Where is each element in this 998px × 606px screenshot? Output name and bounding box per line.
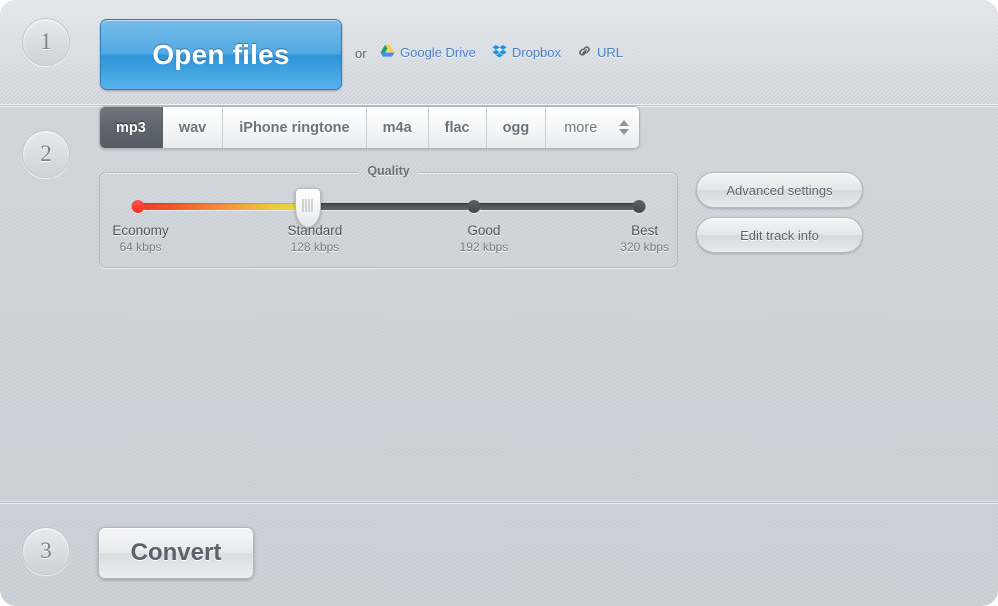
slider-notch-best[interactable] <box>632 200 646 213</box>
google-drive-link[interactable]: Google Drive <box>380 44 476 61</box>
tab-ogg-label: ogg <box>502 119 530 136</box>
tab-ogg[interactable]: ogg <box>486 107 547 148</box>
open-files-button[interactable]: Open files <box>100 19 342 90</box>
quality-stop-standard[interactable]: Standard 128 kbps <box>288 223 343 254</box>
cloud-source-links: Google Drive Dropbox URL <box>380 44 623 61</box>
convert-button[interactable]: Convert <box>98 527 254 579</box>
step-1-section: 1 Open files or Google Drive Dropbox URL <box>0 0 998 106</box>
slider-notch-good[interactable] <box>467 200 481 213</box>
step-number-1: 1 <box>22 18 70 66</box>
dropbox-label: Dropbox <box>511 45 562 60</box>
slider-track-fill <box>138 203 309 210</box>
tab-wav-label: wav <box>178 119 207 136</box>
quality-stop-good-rate: 192 kbps <box>459 240 509 254</box>
slider-handle[interactable] <box>295 188 322 228</box>
slider-handle-grip-icon <box>302 199 314 212</box>
stepper-down-arrow <box>619 129 630 135</box>
settings-buttons-group: Advanced settings Edit track info <box>696 172 863 253</box>
advanced-settings-label: Advanced settings <box>726 182 833 198</box>
quality-stop-best-rate: 320 kbps <box>620 240 669 254</box>
quality-stop-standard-name: Standard <box>287 223 343 238</box>
tab-more-dropdown[interactable]: more <box>546 107 640 148</box>
slider-notch-economy[interactable] <box>131 200 145 213</box>
convert-label: Convert <box>130 539 222 566</box>
tab-mp3[interactable]: mp3 <box>100 107 163 148</box>
quality-stop-good-name: Good <box>467 223 501 238</box>
tab-flac[interactable]: flac <box>428 107 487 148</box>
tab-more-label: more <box>564 119 598 136</box>
quality-panel: Quality Economy 64 kbps Standard 128 kbp… <box>99 164 678 268</box>
edit-track-info-label: Edit track info <box>740 227 819 243</box>
quality-stop-good[interactable]: Good 192 kbps <box>460 223 509 254</box>
tab-iphone-ringtone[interactable]: iPhone ringtone <box>223 107 367 148</box>
step-3-section: 3 Convert <box>0 503 998 605</box>
edit-track-info-button[interactable]: Edit track info <box>696 217 863 253</box>
quality-stop-economy-rate: 64 kbps <box>119 240 162 254</box>
tab-iphone-ringtone-label: iPhone ringtone <box>239 119 350 136</box>
tab-m4a[interactable]: m4a <box>366 107 429 148</box>
format-tab-bar: mp3 wav iPhone ringtone m4a flac ogg mor… <box>99 106 641 149</box>
quality-legend-label: Quality <box>358 164 419 178</box>
tab-mp3-label: mp3 <box>116 119 146 136</box>
quality-stop-standard-rate: 128 kbps <box>290 240 340 254</box>
google-drive-icon <box>380 44 395 61</box>
tab-wav[interactable]: wav <box>162 107 224 148</box>
quality-slider[interactable] <box>131 188 646 228</box>
advanced-settings-button[interactable]: Advanced settings <box>696 172 863 208</box>
quality-tick-labels: Economy 64 kbps Standard 128 kbps Good 1… <box>112 223 669 263</box>
tab-m4a-label: m4a <box>382 119 412 136</box>
stepper-arrows-icon[interactable] <box>619 120 630 135</box>
quality-stop-best[interactable]: Best 320 kbps <box>620 223 669 254</box>
stepper-up-arrow <box>619 120 630 126</box>
quality-stop-best-name: Best <box>631 223 659 238</box>
link-icon <box>577 44 592 61</box>
url-label: URL <box>597 45 624 60</box>
quality-stop-economy-name: Economy <box>112 223 169 238</box>
google-drive-label: Google Drive <box>400 45 476 60</box>
step-number-2: 2 <box>22 130 70 178</box>
dropbox-icon <box>492 44 507 61</box>
quality-stop-economy[interactable]: Economy 64 kbps <box>112 223 168 254</box>
or-separator-label: or <box>355 46 367 61</box>
tab-flac-label: flac <box>444 119 470 136</box>
url-link[interactable]: URL <box>577 44 623 61</box>
audio-converter-app: 1 Open files or Google Drive Dropbox URL… <box>0 0 998 606</box>
dropbox-link[interactable]: Dropbox <box>492 44 561 61</box>
step-2-section: 2 mp3 wav iPhone ringtone m4a flac ogg m… <box>0 106 998 503</box>
open-files-label: Open files <box>152 38 290 70</box>
step-number-3: 3 <box>22 527 70 575</box>
